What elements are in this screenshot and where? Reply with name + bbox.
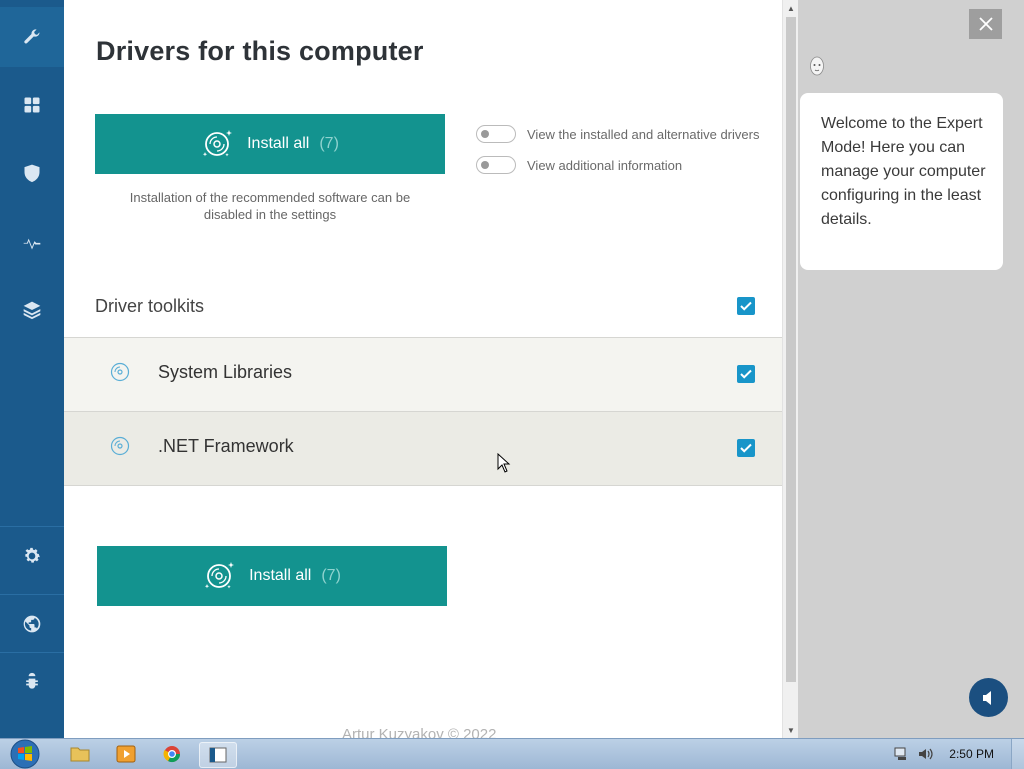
section-checkbox[interactable] (737, 297, 755, 315)
taskbar: 2:50 PM (0, 738, 1024, 769)
shield-icon (24, 164, 40, 183)
show-desktop-button[interactable] (1011, 739, 1024, 769)
gear-icon (25, 547, 40, 563)
assistant-avatar-icon (810, 56, 824, 76)
close-button[interactable] (969, 9, 1002, 39)
check-icon (740, 301, 752, 311)
taskbar-active-app[interactable] (199, 742, 237, 768)
page-title: Drivers for this computer (96, 36, 424, 66)
taskbar-media-player[interactable] (108, 742, 144, 766)
disc-sparkle-icon (204, 562, 235, 589)
close-icon (978, 17, 993, 31)
sidebar-item-settings[interactable] (0, 526, 64, 586)
grid-icon (24, 97, 40, 113)
list-item-checkbox[interactable] (737, 439, 755, 457)
install-all-button[interactable]: Install all (7) (95, 114, 445, 174)
chrome-icon (163, 746, 181, 763)
install-note: Installation of the recommended software… (129, 190, 411, 222)
sidebar-item-software[interactable] (0, 280, 64, 340)
layers-icon (23, 301, 41, 320)
start-button[interactable] (6, 739, 44, 769)
globe-icon (23, 615, 41, 633)
sidebar-item-diagnostics[interactable] (0, 212, 64, 272)
list-item[interactable]: System Libraries (64, 337, 782, 411)
install-all-label: Install all (247, 135, 310, 152)
main-content: Drivers for this computer Install all (7… (64, 0, 782, 738)
toggle-switch[interactable] (476, 125, 516, 143)
speech-bubble: Welcome to the Expert Mode! Here you can… (800, 93, 1003, 270)
folder-icon (70, 747, 90, 762)
check-icon (740, 369, 752, 379)
list-item-checkbox[interactable] (737, 365, 755, 383)
speaker-icon (982, 690, 991, 705)
disc-sparkle-icon (202, 130, 233, 157)
list-item[interactable]: .NET Framework (64, 411, 782, 486)
check-icon (740, 443, 752, 453)
list-item-label: System Libraries (158, 362, 293, 382)
assistant-panel: Welcome to the Expert Mode! Here you can… (798, 0, 1024, 738)
disc-icon (110, 436, 130, 456)
taskbar-chrome[interactable] (154, 742, 190, 766)
toggle-installed-alternative[interactable]: View the installed and alternative drive… (476, 125, 759, 143)
clock[interactable]: 2:50 PM (949, 747, 994, 761)
wrench-icon (24, 29, 40, 44)
pulse-icon (23, 238, 41, 250)
install-all-label: Install all (249, 567, 312, 584)
list-item-label: .NET Framework (158, 436, 294, 456)
windows-logo-icon (10, 739, 40, 769)
system-tray: 2:50 PM (893, 739, 1024, 769)
sidebar-item-web[interactable] (0, 594, 64, 654)
network-icon[interactable] (893, 746, 909, 762)
install-all-count: (7) (321, 567, 341, 584)
scroll-up-arrow-icon[interactable]: ▲ (783, 0, 799, 16)
install-all-button-bottom[interactable]: Install all (7) (97, 546, 447, 606)
volume-icon[interactable] (917, 746, 935, 762)
sidebar-item-debug[interactable] (0, 652, 64, 712)
scroll-thumb[interactable] (786, 17, 796, 682)
toggle-label: View additional information (527, 157, 683, 173)
sidebar-item-drivers[interactable] (0, 7, 64, 67)
footer-copyright: Artur Kuzyakov © 2022 (342, 726, 497, 738)
sound-button[interactable] (969, 678, 1008, 717)
app-window-icon (209, 747, 227, 763)
bubble-text: Welcome to the Expert Mode! Here you can… (821, 115, 986, 228)
toggle-additional-info[interactable]: View additional information (476, 156, 682, 174)
media-player-icon (116, 745, 136, 763)
sidebar-item-security[interactable] (0, 143, 64, 203)
bug-icon (26, 672, 38, 689)
disc-icon (110, 362, 130, 382)
sidebar (0, 0, 64, 738)
install-all-count: (7) (319, 135, 339, 152)
taskbar-explorer[interactable] (62, 742, 98, 766)
scroll-down-arrow-icon[interactable]: ▼ (783, 722, 799, 738)
section-title: Driver toolkits (95, 296, 205, 316)
mouse-cursor-icon (497, 453, 511, 473)
sidebar-item-dashboard[interactable] (0, 75, 64, 135)
toggle-switch[interactable] (476, 156, 516, 174)
vertical-scrollbar[interactable]: ▲ ▼ (782, 0, 799, 738)
toggle-label: View the installed and alternative drive… (527, 126, 760, 142)
